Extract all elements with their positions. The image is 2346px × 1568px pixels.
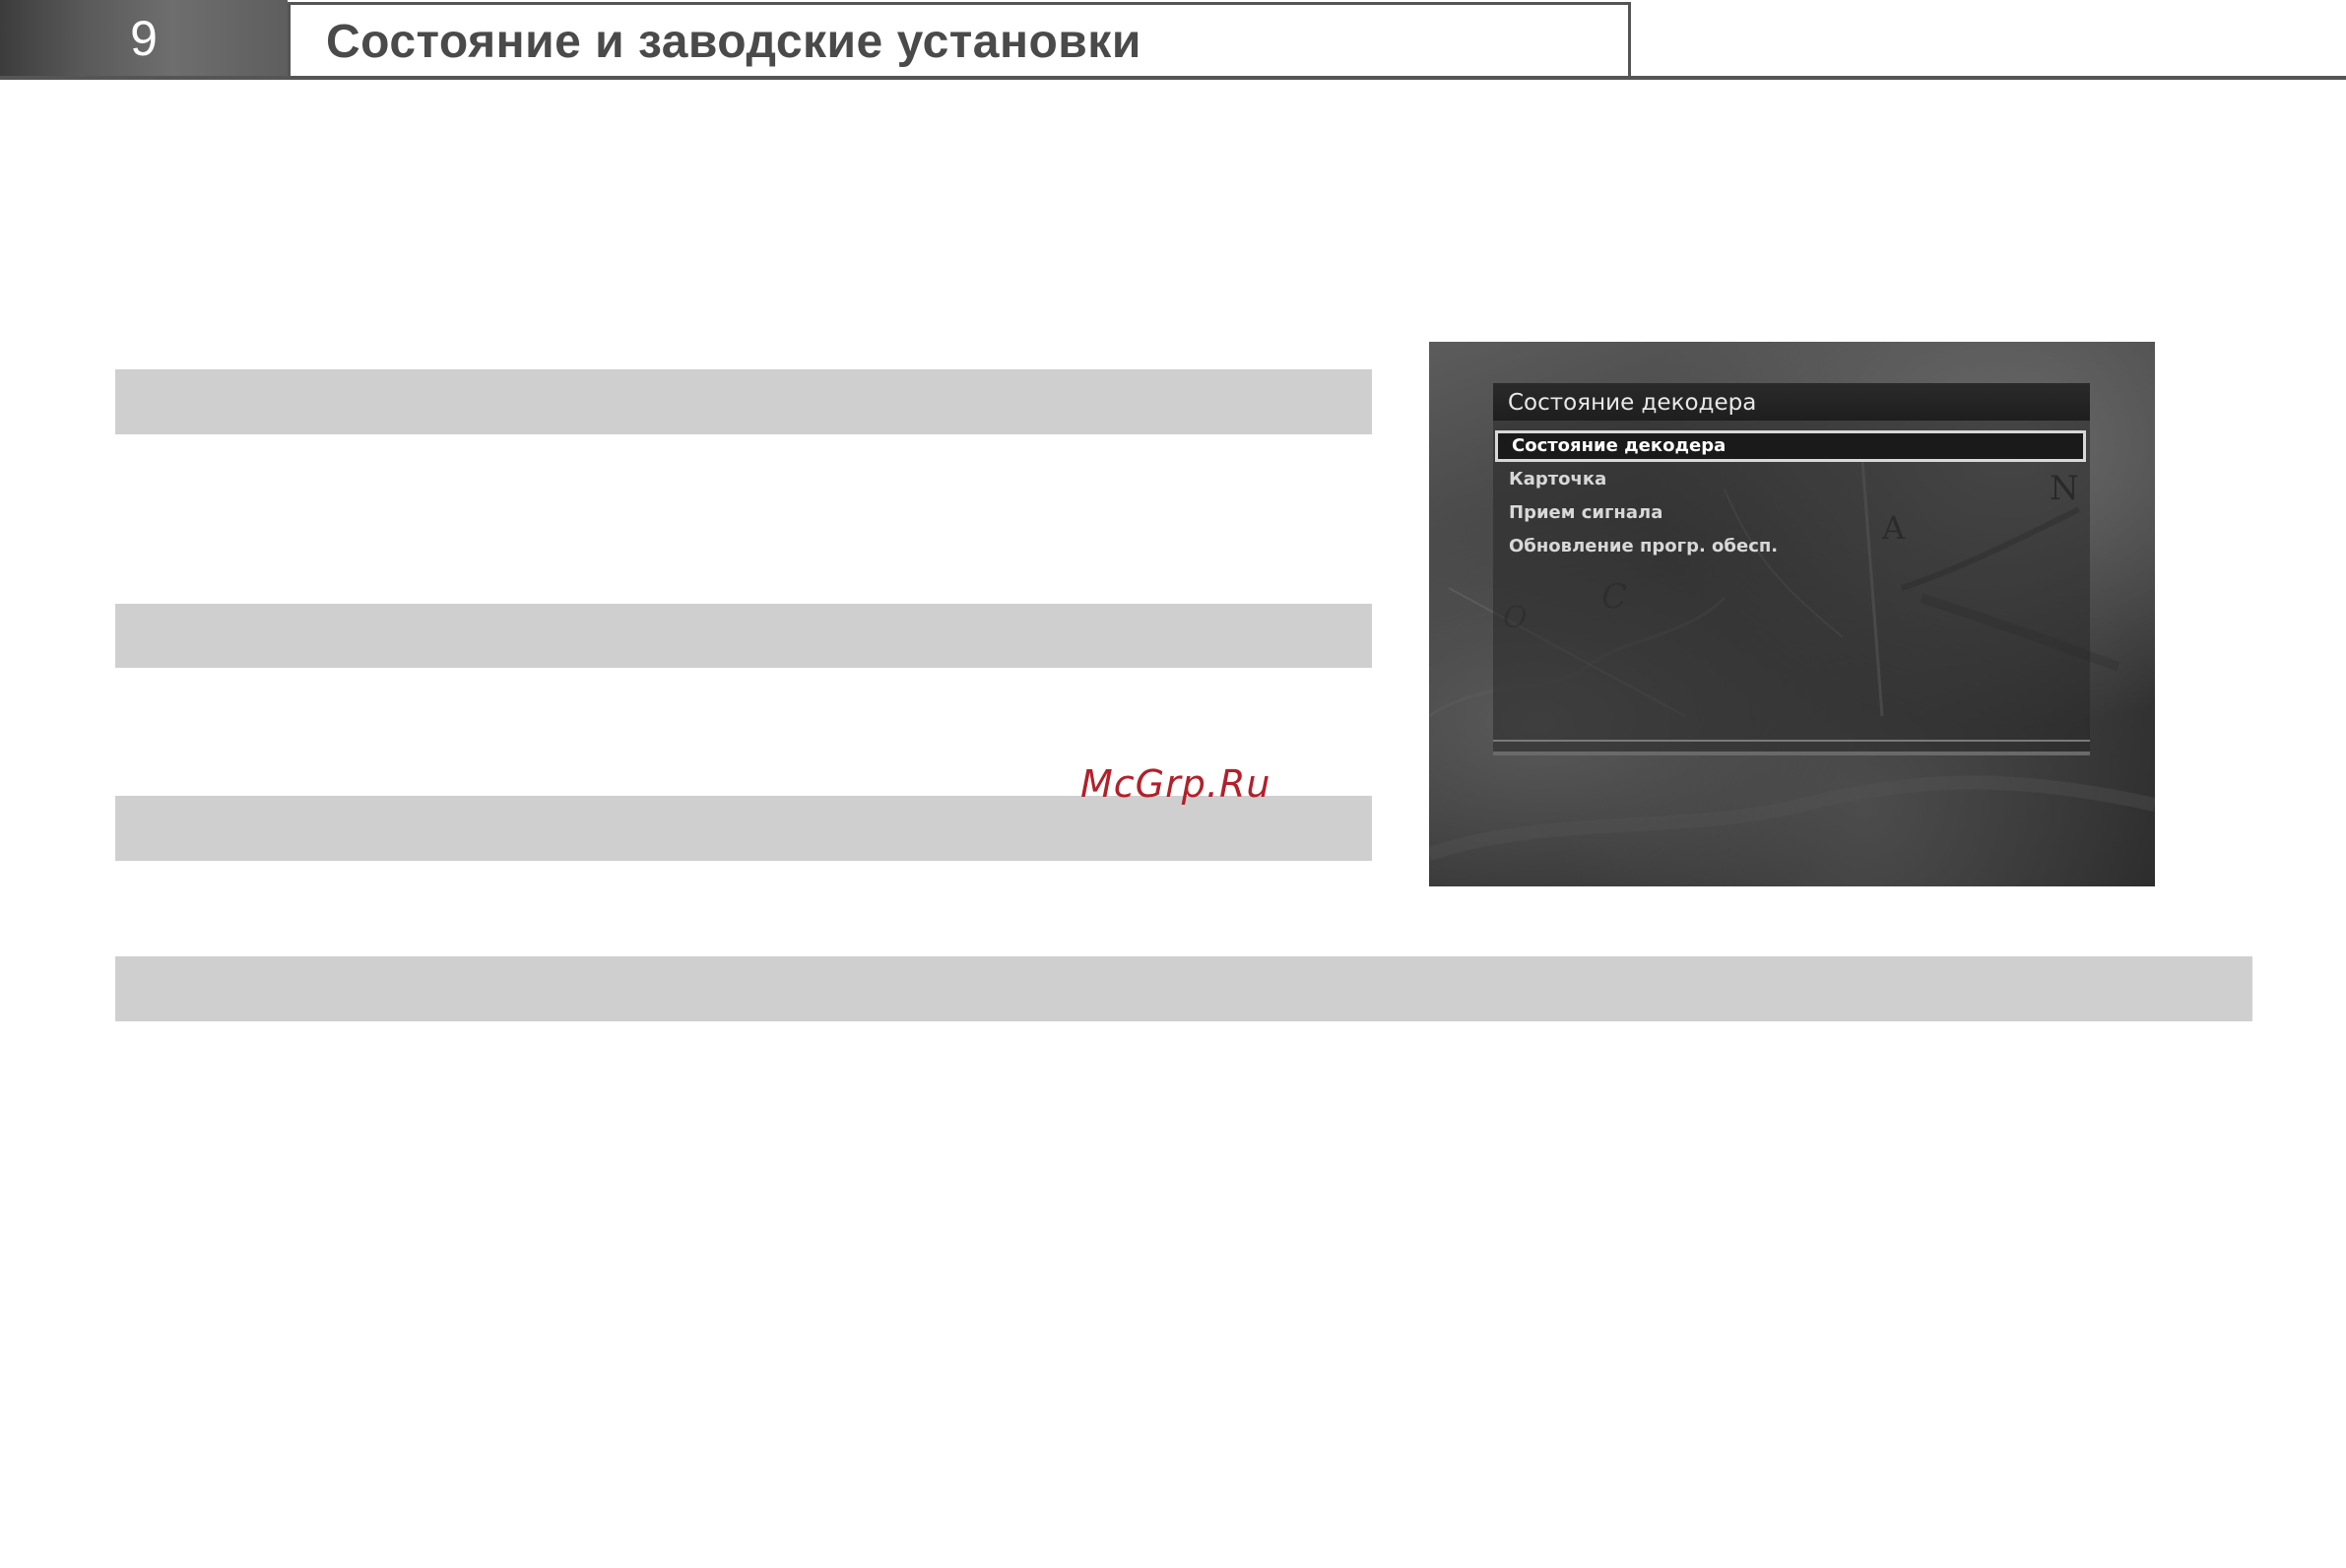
page-title: Состояние и заводские установки [326,16,1141,68]
section-bar-2 [115,604,1372,668]
menu-item-signal-reception[interactable]: Прием сигнала [1495,497,2086,529]
menu-bottom-line [1493,740,2090,742]
decoder-menu-title: Состояние декодера [1493,383,2090,421]
menu-item-card[interactable]: Карточка [1495,464,2086,495]
decoder-menu-panel: Состояние декодера Состояние декодера Ка… [1493,383,2090,755]
section-bar-1 [115,369,1372,434]
section-number: 9 [0,0,288,78]
header-rule [0,76,2346,80]
watermark: McGrp.Ru [1080,762,1271,806]
page-title-box: Состояние и заводские установки [288,2,1631,77]
tv-screenshot: N A C O Состояние декодера Состояние дек… [1429,342,2155,886]
menu-item-software-update[interactable]: Обновление прогр. обесп. [1495,531,2086,562]
menu-item-decoder-status[interactable]: Состояние декодера [1495,430,2086,462]
section-bar-4 [115,956,2252,1021]
